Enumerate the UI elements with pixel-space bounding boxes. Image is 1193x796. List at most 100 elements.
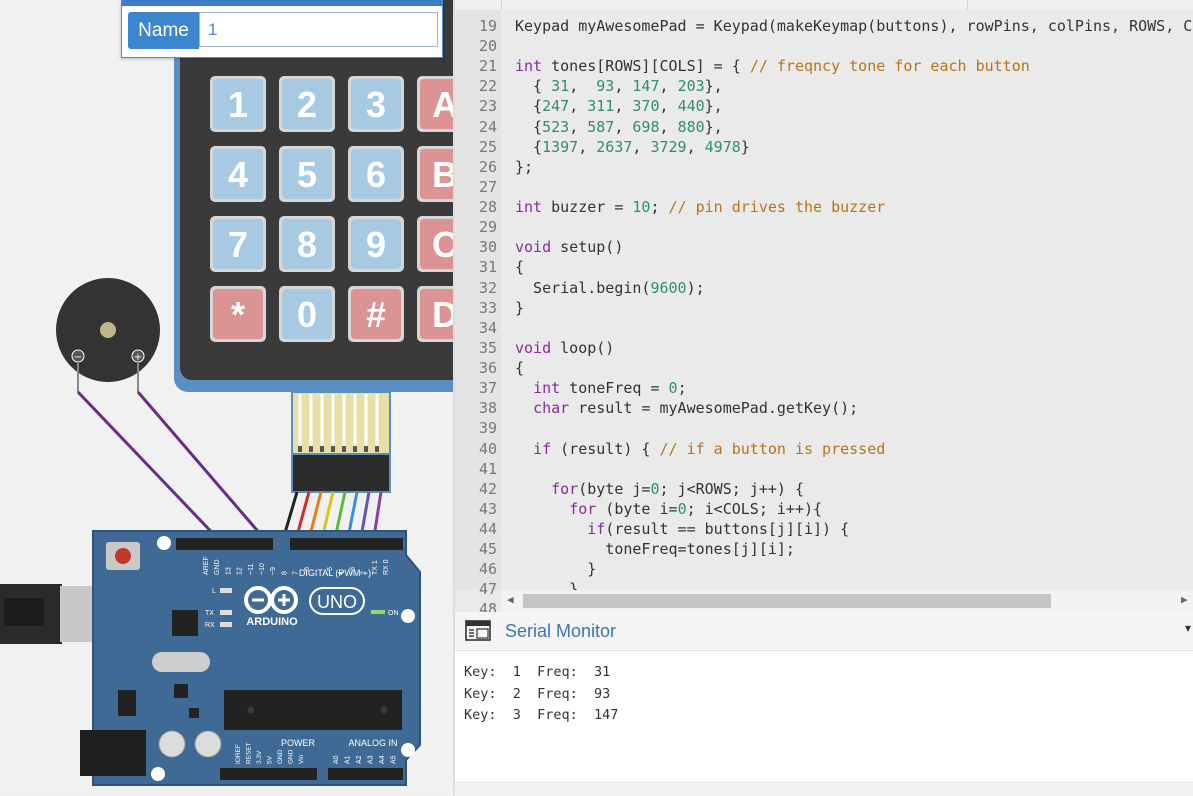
scroll-right-arrow-icon[interactable]: ▶ xyxy=(1181,593,1188,606)
keypad-key[interactable]: * xyxy=(210,286,266,342)
scrollbar-thumb[interactable] xyxy=(523,594,1051,608)
code-editor[interactable]: 19 Keypad myAwesomePad = Keypad(makeKeyma… xyxy=(455,0,1193,612)
key-label: A xyxy=(432,84,453,125)
keypad-key[interactable]: 7 xyxy=(210,216,266,272)
keypad-key[interactable]: C xyxy=(417,216,453,272)
code-token: , xyxy=(569,77,597,96)
scroll-left-arrow-icon[interactable]: ◀ xyxy=(507,593,514,606)
keypad-key[interactable]: 3 xyxy=(348,76,404,132)
name-label: Name xyxy=(128,12,199,49)
code-text: char result = myAwesomePad.getKey(); xyxy=(515,398,858,418)
code-token: , xyxy=(632,137,651,156)
key-label: 8 xyxy=(297,224,317,265)
buzzer-wire-signal[interactable] xyxy=(136,391,270,544)
code-token: 440 xyxy=(677,97,705,116)
code-token: } xyxy=(515,298,525,317)
code-token: (byte i= xyxy=(596,499,678,518)
code-token: 880 xyxy=(677,117,705,136)
code-token: if xyxy=(533,439,552,458)
key-label: 4 xyxy=(228,154,248,195)
code-text: { xyxy=(515,257,524,277)
keypad-key[interactable]: 9 xyxy=(348,216,404,272)
line-number: 25 xyxy=(478,137,497,156)
code-token: int xyxy=(533,379,561,398)
analog-pin-label: A2 xyxy=(356,755,363,764)
key-label: 5 xyxy=(297,154,317,195)
keypad-key[interactable]: 6 xyxy=(348,146,404,202)
line-number: 37 xyxy=(478,379,497,398)
line-number: 45 xyxy=(478,540,497,559)
keypad-key[interactable]: 5 xyxy=(279,146,335,202)
horizontal-scrollbar[interactable]: ◀ ▶ xyxy=(501,590,1193,612)
code-token: int xyxy=(515,57,543,76)
code-token: void xyxy=(515,238,552,257)
keypad[interactable]: 1 2 3 A 4 5 6 B 7 8 9 C * 0 # D xyxy=(174,0,453,392)
name-input[interactable] xyxy=(199,12,438,47)
buzzer-center xyxy=(100,322,116,338)
code-token: , xyxy=(659,97,678,116)
code-token: , xyxy=(569,117,588,136)
code-text: void setup() xyxy=(515,237,623,257)
code-text: Keypad myAwesomePad = Keypad(makeKeymap(… xyxy=(515,16,1193,36)
power-pin-label: 3.3V xyxy=(256,750,263,764)
digital-pin-label: ~9 xyxy=(270,567,277,575)
keypad-key[interactable]: D xyxy=(417,286,453,342)
chevron-down-icon[interactable]: ▾ xyxy=(1185,621,1191,635)
key-label: # xyxy=(366,294,386,335)
code-token: ; j<ROWS; j++) { xyxy=(659,479,805,498)
code-token: 147 xyxy=(632,77,660,96)
component-name-popup: Name xyxy=(121,0,443,58)
code-text: void loop() xyxy=(515,338,614,358)
digital-label: DIGITAL (PWM ~) xyxy=(299,568,371,578)
code-token: ; i<COLS; i++){ xyxy=(686,499,823,518)
key-label: * xyxy=(231,294,245,335)
line-number: 29 xyxy=(478,218,497,237)
analog-header xyxy=(328,768,403,780)
keypad-key[interactable]: B xyxy=(417,146,453,202)
ribbon-pin xyxy=(331,446,335,452)
buzzer-wire-gnd[interactable] xyxy=(76,390,224,545)
circuit-canvas[interactable]: 1 2 3 A 4 5 6 B 7 8 9 C * 0 # D − + AREF… xyxy=(0,0,453,795)
keypad-key[interactable]: # xyxy=(348,286,404,342)
keypad-key[interactable]: 0 xyxy=(279,286,335,342)
code-token: ); xyxy=(686,278,705,297)
code-text: { xyxy=(515,358,524,378)
code-text: {247, 311, 370, 440}, xyxy=(515,96,723,116)
code-token: 9600 xyxy=(650,278,687,297)
code-token: { xyxy=(515,77,552,96)
analog-pin-label: A3 xyxy=(368,755,375,764)
line-number: 41 xyxy=(478,459,497,478)
power-pin-label: GND xyxy=(288,749,295,764)
code-token: 31 xyxy=(551,77,570,96)
code-token: for xyxy=(551,479,579,498)
reset-button[interactable] xyxy=(115,548,131,564)
analog-label: ANALOG IN xyxy=(348,738,397,748)
keypad-key[interactable]: 8 xyxy=(279,216,335,272)
line-number: 43 xyxy=(478,499,497,518)
code-token: 0 xyxy=(650,479,660,498)
code-text: toneFreq=tones[j][i]; xyxy=(515,539,795,559)
power-header xyxy=(220,768,317,780)
editor-top-strip xyxy=(455,0,1193,10)
keypad-key[interactable]: 1 xyxy=(210,76,266,132)
keypad-key[interactable]: 4 xyxy=(210,146,266,202)
keypad-key[interactable]: A xyxy=(417,76,453,132)
code-token: buzzer = xyxy=(542,198,633,217)
serial-monitor-header[interactable]: Serial Monitor ▾ xyxy=(455,612,1193,651)
key-label: 1 xyxy=(228,84,248,125)
code-token: }, xyxy=(704,97,723,116)
key-label: 7 xyxy=(228,224,248,265)
key-label: 3 xyxy=(366,84,386,125)
line-number: 39 xyxy=(478,419,497,438)
digital-header-right xyxy=(290,538,403,550)
line-number: 46 xyxy=(478,560,497,579)
arduino-uno[interactable]: AREF GND 13 12 ~11 ~10 ~9 8 7 ~6 ~5 4 ~3 2 TX 1 RX 0 IO… xyxy=(80,530,421,786)
serial-input-bar[interactable] xyxy=(455,782,1193,796)
code-text: {1397, 2637, 3729, 4978} xyxy=(515,137,750,157)
ribbon-pin xyxy=(375,446,379,452)
line-number: 34 xyxy=(478,318,497,337)
digital-pin-label: 13 xyxy=(225,567,232,575)
keypad-key[interactable]: 2 xyxy=(279,76,335,132)
